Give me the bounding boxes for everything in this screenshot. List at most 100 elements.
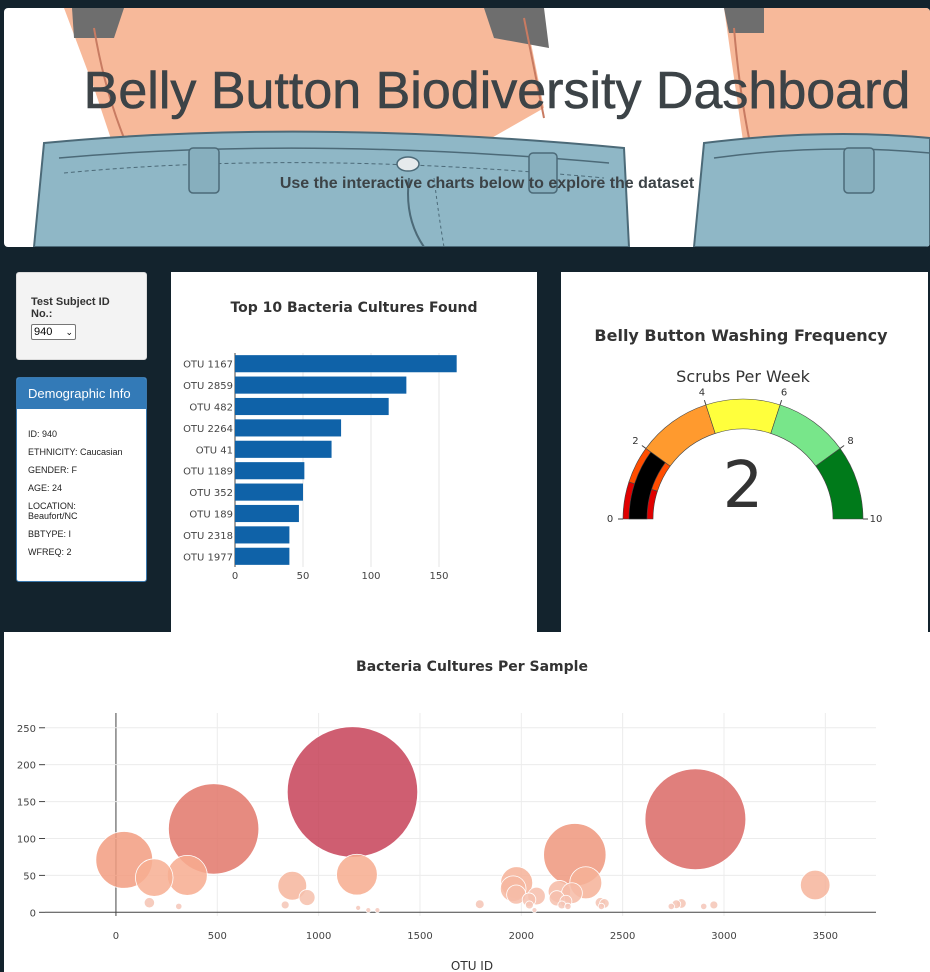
bubble-point[interactable] (280, 900, 290, 910)
bubble-point[interactable] (175, 902, 183, 911)
bubble-point[interactable] (336, 853, 378, 896)
demographic-row: BBTYPE: I (28, 529, 72, 539)
subject-select-label: Test Subject ID No.: (31, 296, 110, 320)
subject-select-panel: Test Subject ID No.: 940 ⌄ (16, 272, 147, 360)
gauge-chart-card: Belly Button Washing Frequency Scrubs Pe… (561, 272, 928, 632)
bar-y-tick-label: OTU 2264 (183, 424, 233, 435)
bubble-point[interactable] (525, 900, 534, 910)
bar-x-tick-label: 50 (297, 571, 310, 582)
bubble-y-tick-label: 150 (17, 798, 36, 809)
bar-y-tick-label: OTU 41 (196, 445, 233, 456)
bar[interactable] (235, 355, 457, 373)
bar-y-tick-label: OTU 2318 (183, 531, 233, 542)
bubble-point[interactable] (474, 899, 485, 909)
bar-x-tick-label: 150 (429, 571, 448, 582)
bubble-point[interactable] (286, 726, 419, 858)
gauge-chart[interactable]: Belly Button Washing Frequency Scrubs Pe… (561, 272, 928, 632)
gauge-tick-label: 10 (870, 514, 883, 525)
gauge-tick (641, 445, 647, 449)
bar-y-tick-label: OTU 1189 (183, 467, 233, 478)
demographic-list: ID: 940 ETHNICITY: Caucasian GENDER: F A… (17, 409, 146, 557)
demographic-row: AGE: 24 (28, 483, 63, 493)
bubble-x-tick-label: 1000 (306, 931, 331, 942)
bubble-point[interactable] (667, 902, 675, 911)
bar-y-tick-label: OTU 1977 (183, 552, 233, 563)
demographic-row: WFREQ: 2 (28, 547, 72, 557)
bubble-point[interactable] (355, 904, 362, 911)
bar[interactable] (235, 547, 290, 565)
gauge-value-bar (628, 451, 666, 520)
bubble-point[interactable] (298, 889, 316, 906)
bubble-point[interactable] (365, 907, 372, 913)
gauge-tick-label: 4 (699, 388, 705, 399)
bubble-x-axis-label: OTU ID (451, 959, 493, 972)
bar-y-tick-label: OTU 2859 (183, 381, 233, 392)
bar[interactable] (235, 462, 305, 480)
bubble-x-tick-label: 3500 (813, 931, 838, 942)
bar-chart-card: Top 10 Bacteria Cultures Found 0 50 100 150… (171, 272, 537, 632)
jeans-illustration (32, 8, 930, 247)
bubble-chart[interactable]: Bacteria Cultures Per Sample OTU ID 0 500… (4, 632, 930, 972)
page-subtitle: Use the interactive charts below to expl… (279, 175, 695, 192)
bar[interactable] (235, 504, 299, 523)
demographic-row: ETHNICITY: Caucasian (28, 447, 123, 457)
bar[interactable] (235, 397, 389, 416)
subject-id-dropdown[interactable]: 940 ⌄ (31, 324, 76, 340)
demographic-row: LOCATION: Beaufort/NC (28, 501, 78, 521)
bubble-point[interactable] (597, 902, 605, 911)
bar[interactable] (235, 440, 332, 458)
subject-id-value: 940 (34, 326, 53, 338)
bar-x-tick-label: 0 (232, 571, 238, 582)
demographic-panel: Demographic Info ID: 940 ETHNICITY: Cauc… (16, 377, 147, 582)
bubble-x-tick-label: 2500 (610, 931, 635, 942)
bubble-y-tick-label: 100 (17, 834, 36, 845)
bubble-y-tick-label: 200 (17, 761, 36, 772)
bubble-point[interactable] (700, 902, 708, 911)
page-title: Belly Button Biodiversity Dashboard (83, 62, 911, 121)
demographic-row: ID: 940 (28, 429, 58, 439)
bubble-y-tick-label: 50 (23, 871, 36, 882)
bubble-point[interactable] (709, 900, 719, 910)
bubble-point[interactable] (564, 902, 572, 911)
bubble-point[interactable] (799, 869, 831, 901)
bubble-point[interactable] (135, 858, 174, 897)
gauge-tick-label: 8 (847, 436, 853, 447)
bubble-y-tick-label: 0 (30, 908, 36, 919)
header-banner: Belly Button Biodiversity Dashboard Use … (4, 8, 930, 247)
bubble-x-tick-label: 500 (208, 931, 227, 942)
bar-x-tick-label: 100 (361, 571, 380, 582)
bubble-chart-card: Bacteria Cultures Per Sample OTU ID 0 500… (4, 632, 930, 972)
bubble-x-tick-label: 2000 (509, 931, 534, 942)
bar-chart[interactable]: Top 10 Bacteria Cultures Found 0 50 100 150… (171, 272, 537, 632)
bar-y-tick-label: OTU 189 (189, 510, 233, 521)
bar[interactable] (235, 526, 290, 544)
bubble-y-tick-label: 250 (17, 724, 36, 735)
gauge-tick (839, 445, 845, 449)
bubble-chart-title: Bacteria Cultures Per Sample (356, 659, 588, 675)
bar[interactable] (235, 483, 303, 501)
bar-chart-title: Top 10 Bacteria Cultures Found (230, 300, 477, 316)
bubble-x-tick-label: 1500 (407, 931, 432, 942)
gauge-title: Belly Button Washing Frequency (594, 326, 888, 345)
gauge-tick (703, 399, 707, 406)
chevron-down-icon: ⌄ (65, 326, 73, 337)
bar-y-tick-label: OTU 482 (189, 403, 233, 414)
gauge-tick (779, 399, 783, 406)
bubble-point[interactable] (531, 907, 538, 913)
gauge-step (705, 398, 781, 434)
bar-y-tick-label: OTU 352 (189, 488, 233, 499)
bar[interactable] (235, 376, 407, 394)
bubble-point[interactable] (644, 768, 747, 871)
bar-y-tick-label: OTU 1167 (183, 360, 233, 371)
gauge-value: 2 (723, 449, 764, 523)
bubble-x-tick-label: 3000 (711, 931, 736, 942)
demographic-row: GENDER: F (28, 465, 78, 475)
bubble-x-tick-label: 0 (113, 931, 119, 942)
gauge-subtitle: Scrubs Per Week (676, 367, 810, 386)
bubble-point[interactable] (374, 907, 381, 913)
bubble-point[interactable] (143, 897, 155, 909)
bar[interactable] (235, 419, 342, 437)
gauge-tick-label: 6 (781, 388, 787, 399)
gauge-tick-label: 0 (607, 514, 613, 525)
gauge-tick-label: 2 (632, 436, 638, 447)
